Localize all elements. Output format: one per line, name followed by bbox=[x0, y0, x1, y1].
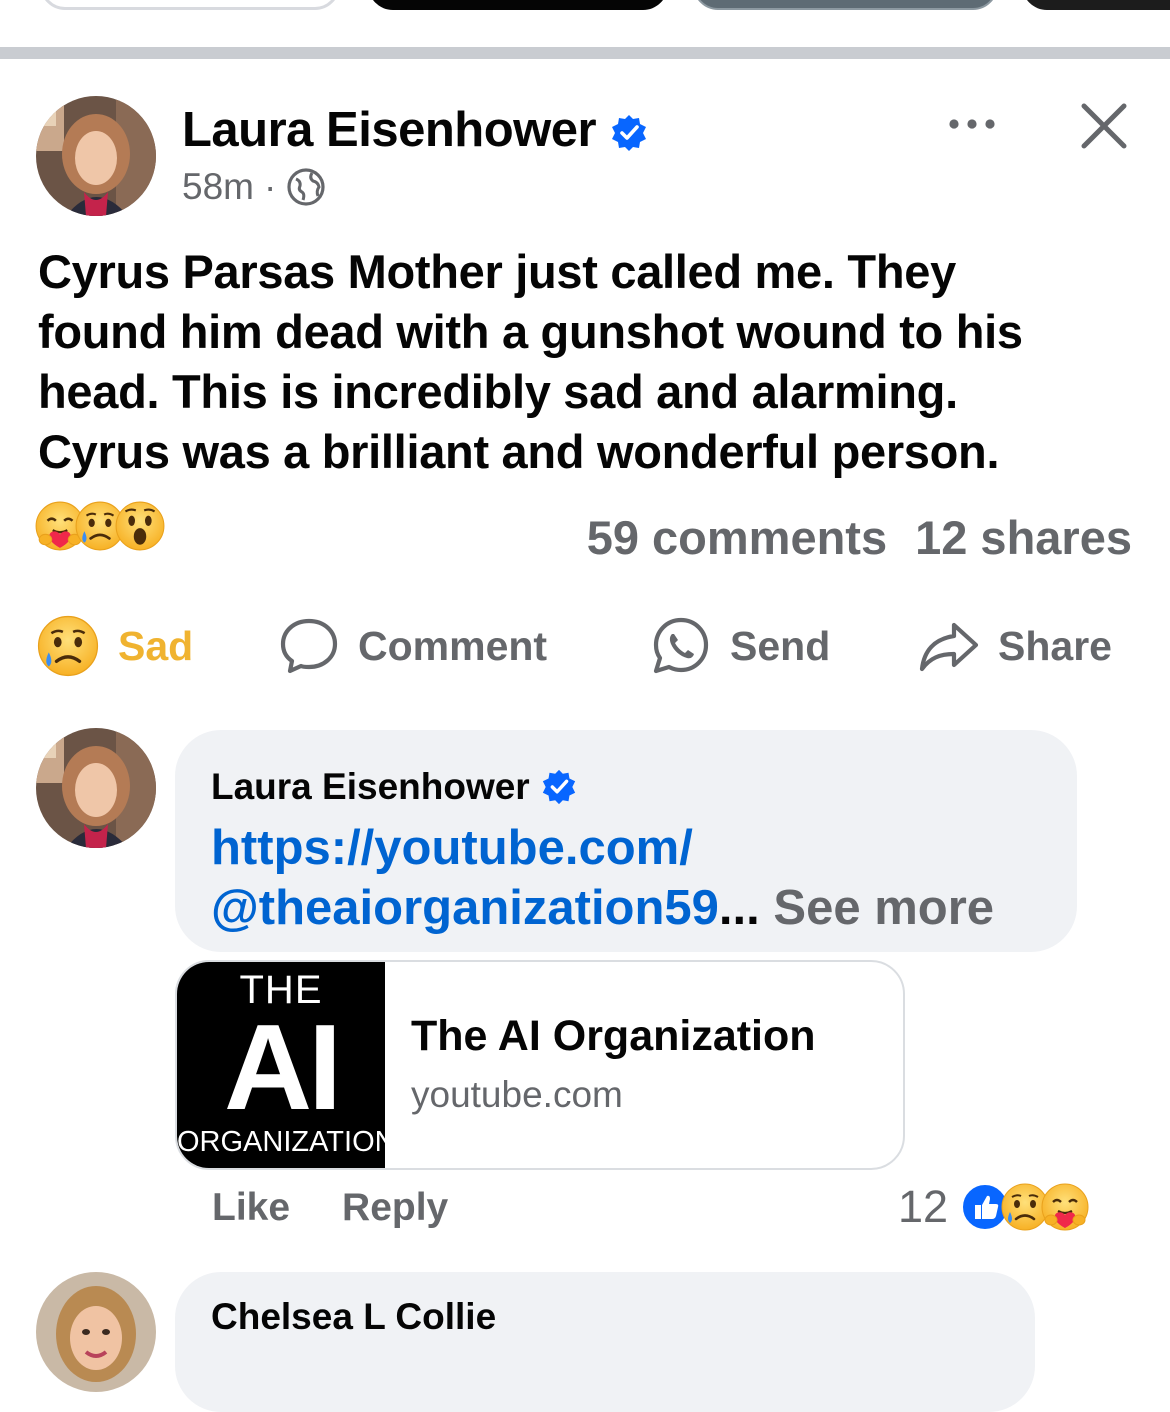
comment-bubble-2[interactable]: Chelsea L Collie bbox=[175, 1272, 1035, 1412]
link-thumbnail: THE AI ORGANIZATION bbox=[177, 962, 385, 1168]
commenter-avatar-2[interactable] bbox=[36, 1272, 156, 1392]
close-icon[interactable] bbox=[1078, 100, 1130, 152]
comment-author-2[interactable]: Chelsea L Collie bbox=[211, 1296, 496, 1338]
wow-emoji-icon bbox=[114, 500, 166, 552]
shares-count[interactable]: 12 shares bbox=[915, 510, 1132, 565]
post-author-label[interactable]: Laura Eisenhower bbox=[182, 103, 597, 157]
comment-bubble[interactable]: Laura Eisenhower https://youtube.com/ @t… bbox=[175, 730, 1077, 952]
post-reaction-summary[interactable] bbox=[34, 500, 154, 552]
comment-button[interactable]: Comment bbox=[278, 612, 547, 680]
post-body-text: Cyrus Parsas Mother just called me. They… bbox=[38, 245, 1023, 478]
filter-chip-1[interactable] bbox=[40, 0, 340, 10]
filter-chip-4[interactable] bbox=[1022, 0, 1170, 10]
comment-ellipsis: ... bbox=[718, 881, 760, 935]
post-action-bar: Sad Comment Send Share bbox=[0, 612, 1170, 680]
post-author-name[interactable]: Laura Eisenhower bbox=[182, 100, 649, 160]
comment-author-label[interactable]: Laura Eisenhower bbox=[211, 766, 530, 808]
comment-reaction-summary[interactable]: 12 bbox=[898, 1180, 1080, 1234]
engagement-counts: 59 comments 12 shares bbox=[587, 510, 1132, 565]
comment-link-line2[interactable]: @theaiorganization59 bbox=[211, 881, 719, 935]
more-options-icon[interactable] bbox=[944, 104, 1000, 144]
verified-badge-icon bbox=[609, 113, 649, 153]
commenter-avatar[interactable] bbox=[36, 728, 156, 848]
link-preview-card[interactable]: THE AI ORGANIZATION The AI Organization … bbox=[175, 960, 905, 1170]
comment-author[interactable]: Laura Eisenhower bbox=[211, 766, 578, 808]
comment-link-line1[interactable]: https://youtube.com/ bbox=[211, 818, 1071, 878]
sad-label: Sad bbox=[118, 622, 194, 669]
link-card-title: The AI Organization bbox=[411, 1012, 816, 1060]
filter-chip-2[interactable] bbox=[368, 0, 668, 10]
thumb-text-bottom: ORGANIZATION bbox=[177, 1126, 385, 1158]
sad-reaction-button[interactable]: Sad bbox=[36, 612, 193, 680]
thumb-text-main: AI bbox=[224, 999, 342, 1135]
comment-reply-button[interactable]: Reply bbox=[342, 1186, 448, 1230]
comment-link-text[interactable]: https://youtube.com/ @theaiorganization5… bbox=[211, 818, 1071, 938]
comment-like-button[interactable]: Like bbox=[212, 1186, 290, 1230]
post-timestamp[interactable]: 58m bbox=[182, 164, 254, 210]
sad-emoji-icon bbox=[36, 614, 100, 678]
care-emoji-icon bbox=[1040, 1182, 1090, 1232]
verified-badge-icon bbox=[540, 768, 578, 806]
comment-reaction-count: 12 bbox=[898, 1181, 949, 1232]
share-label: Share bbox=[998, 622, 1112, 669]
comment-bubble-icon bbox=[280, 618, 338, 674]
whatsapp-icon bbox=[653, 617, 709, 674]
meta-separator: · bbox=[263, 166, 277, 207]
globe-icon bbox=[287, 168, 325, 206]
filter-chip-3[interactable] bbox=[693, 0, 998, 10]
send-button[interactable]: Send bbox=[650, 612, 830, 680]
link-card-domain: youtube.com bbox=[411, 1074, 623, 1115]
share-button[interactable]: Share bbox=[918, 612, 1112, 680]
comment-actions: Like Reply bbox=[212, 1186, 448, 1230]
share-arrow-icon bbox=[919, 622, 979, 672]
post-meta: 58m · bbox=[182, 164, 326, 210]
send-label: Send bbox=[730, 622, 831, 669]
comment-label: Comment bbox=[358, 622, 548, 669]
author-avatar[interactable] bbox=[36, 96, 156, 216]
see-more-link[interactable]: See more bbox=[773, 881, 994, 935]
comments-count[interactable]: 59 comments bbox=[587, 510, 887, 565]
section-divider bbox=[0, 47, 1170, 59]
